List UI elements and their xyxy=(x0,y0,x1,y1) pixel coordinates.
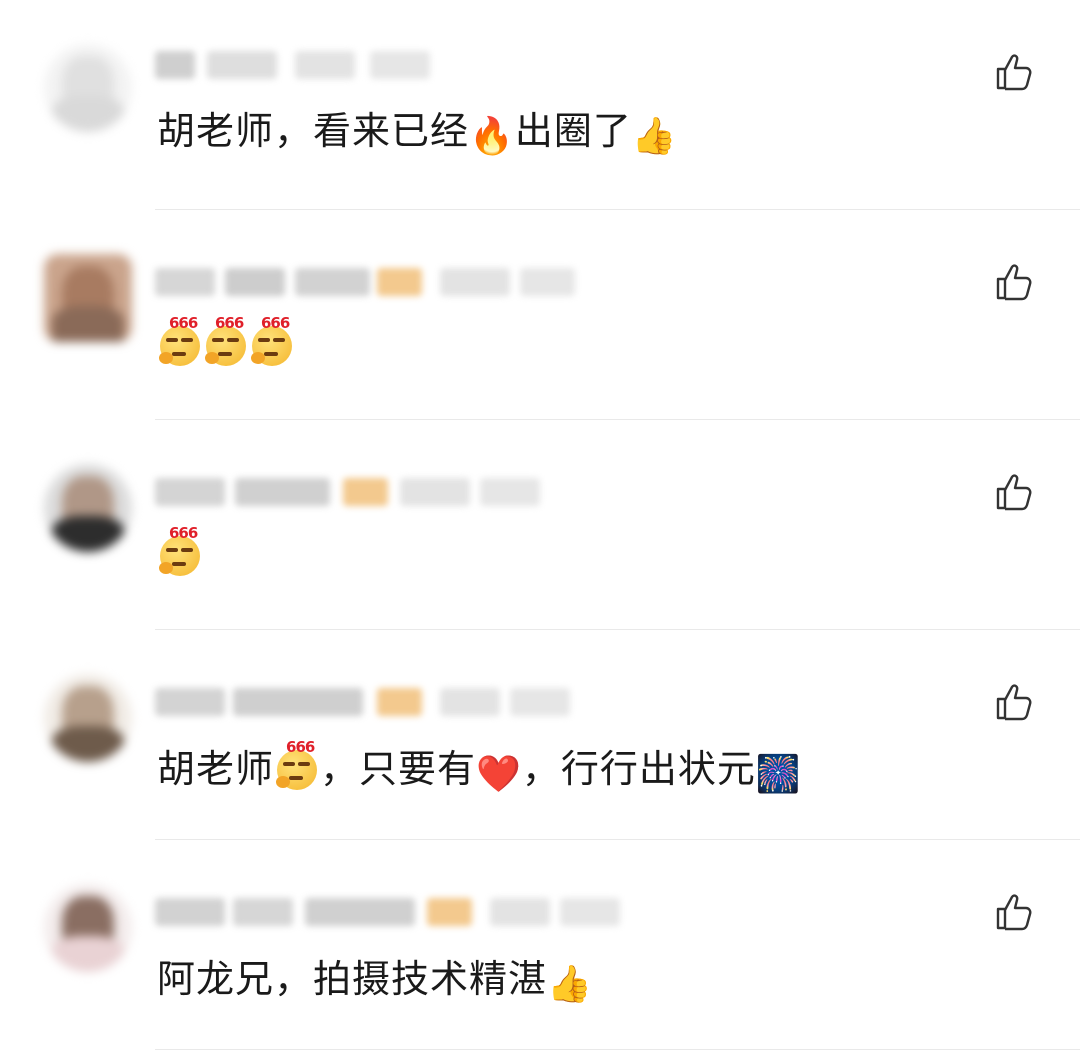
comment-item: 胡老师，看来已经🔥出圈了👍 xyxy=(0,0,1080,210)
fireworks-icon: 🎆 xyxy=(755,754,802,795)
comment-text: 胡老师，看来已经🔥出圈了👍 xyxy=(157,109,678,157)
comment-text: 666 xyxy=(157,524,203,577)
thumbs-up-emoji-icon: 👍 xyxy=(547,964,593,1005)
fire-icon: 🔥 xyxy=(469,116,515,157)
username-blurred[interactable] xyxy=(155,45,445,85)
avatar[interactable] xyxy=(44,254,132,342)
thumbs-up-icon[interactable] xyxy=(994,52,1034,92)
thumbs-up-icon[interactable] xyxy=(994,682,1034,722)
comment-text: 阿龙兄，拍摄技术精湛👍 xyxy=(157,957,593,1005)
thumbs-up-emoji-icon: 👍 xyxy=(631,116,678,157)
avatar[interactable] xyxy=(44,884,132,972)
comment-text: 胡老师 666 ，只要有❤️，行行出状元🎆 xyxy=(157,738,802,795)
avatar[interactable] xyxy=(44,674,132,762)
comment-item: 666 666 666 xyxy=(0,210,1080,420)
comment-text: 666 666 666 xyxy=(157,314,295,367)
666-emoji-icon: 666 xyxy=(203,314,249,366)
username-blurred[interactable] xyxy=(155,892,635,932)
username-blurred[interactable] xyxy=(155,262,585,302)
divider xyxy=(155,1049,1080,1050)
comment-item: 666 xyxy=(0,420,1080,630)
username-blurred[interactable] xyxy=(155,682,575,722)
666-emoji-icon: 666 xyxy=(249,314,295,366)
avatar[interactable] xyxy=(44,44,132,132)
comment-item: 阿龙兄，拍摄技术精湛👍 xyxy=(0,840,1080,1050)
comment-item: 胡老师 666 ，只要有❤️，行行出状元🎆 xyxy=(0,630,1080,840)
username-blurred[interactable] xyxy=(155,472,555,512)
666-emoji-icon: 666 xyxy=(157,524,203,576)
thumbs-up-icon[interactable] xyxy=(994,472,1034,512)
avatar[interactable] xyxy=(44,464,132,552)
thumbs-up-icon[interactable] xyxy=(994,262,1034,302)
heart-icon: ❤️ xyxy=(476,754,522,795)
thumbs-up-icon[interactable] xyxy=(994,892,1034,932)
666-emoji-icon: 666 xyxy=(274,738,320,790)
666-emoji-icon: 666 xyxy=(157,314,203,366)
